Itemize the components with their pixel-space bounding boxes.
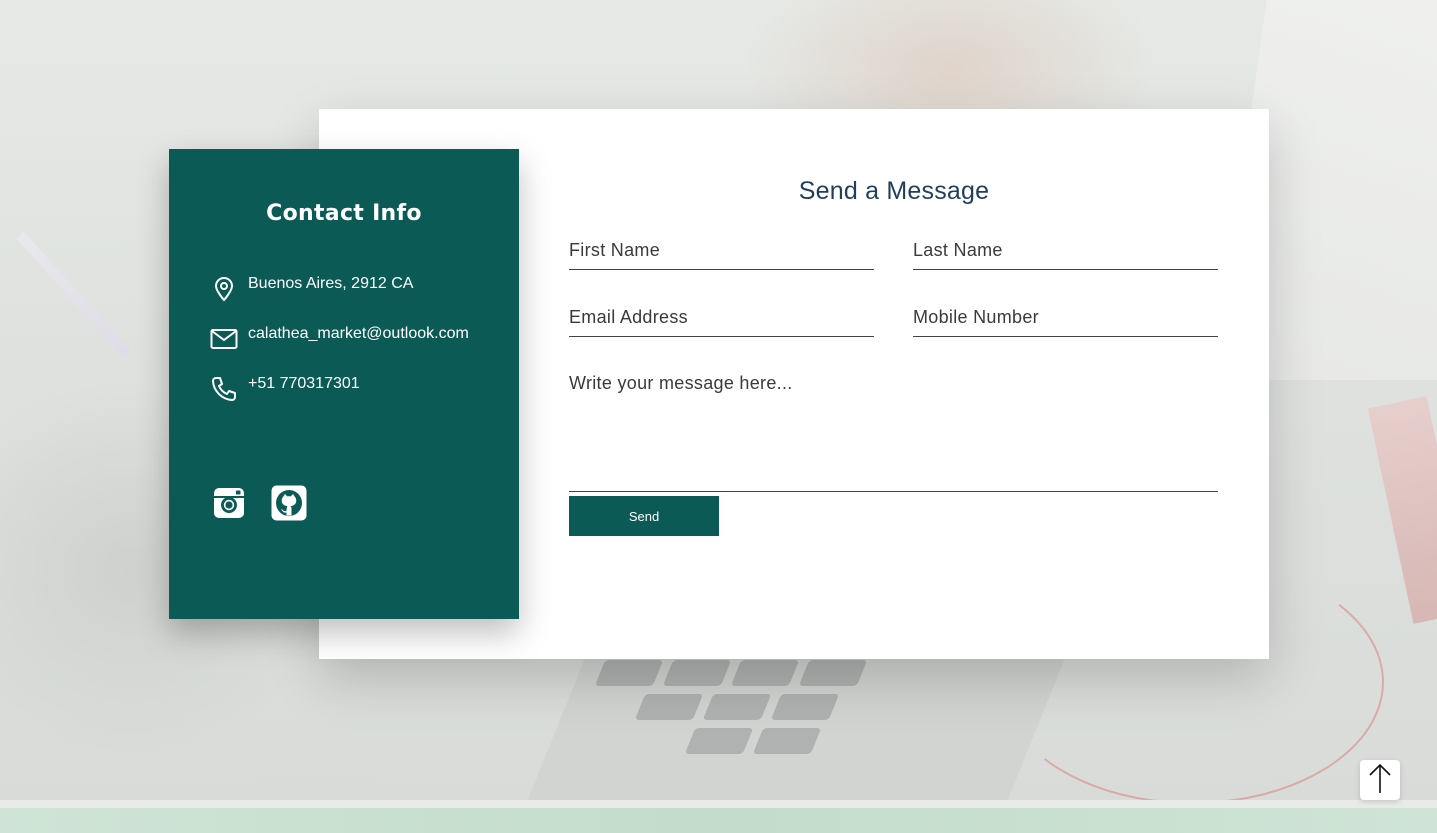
contact-item-email: calathea_market@outlook.com [209,324,469,354]
contact-page: Send a Message Send Contact Info [0,0,1437,833]
email-field[interactable] [569,298,874,337]
github-icon [271,485,307,526]
scroll-to-top-button[interactable] [1360,760,1400,800]
last-name-field[interactable] [913,231,1218,270]
mobile-field[interactable] [913,298,1218,337]
github-link[interactable] [270,485,308,526]
footer-divider [0,800,1437,808]
contact-info-title: Contact Info [266,201,422,226]
email-input[interactable] [569,298,874,336]
footer-band [0,808,1437,833]
first-name-field[interactable] [569,231,874,270]
location-pin-icon [209,274,239,304]
message-textarea[interactable] [569,365,1218,499]
last-name-input[interactable] [913,231,1218,269]
email-text[interactable]: calathea_market@outlook.com [248,324,469,344]
instagram-link[interactable] [210,486,248,524]
message-field[interactable] [569,365,1218,499]
contact-item-phone: +51 770317301 [209,374,360,404]
instagram-icon [213,487,245,524]
contact-info-card: Contact Info Buenos Aires, 2912 CA calat… [169,149,519,619]
phone-icon [209,374,239,404]
mobile-input[interactable] [913,298,1218,336]
address-text: Buenos Aires, 2912 CA [248,275,414,292]
phone-text[interactable]: +51 770317301 [248,374,360,394]
mail-icon [209,324,239,354]
contact-item-address: Buenos Aires, 2912 CA [209,274,413,304]
arrow-up-icon [1368,762,1392,799]
form-title: Send a Message [798,177,990,205]
send-button[interactable]: Send [569,496,719,536]
first-name-input[interactable] [569,231,874,269]
